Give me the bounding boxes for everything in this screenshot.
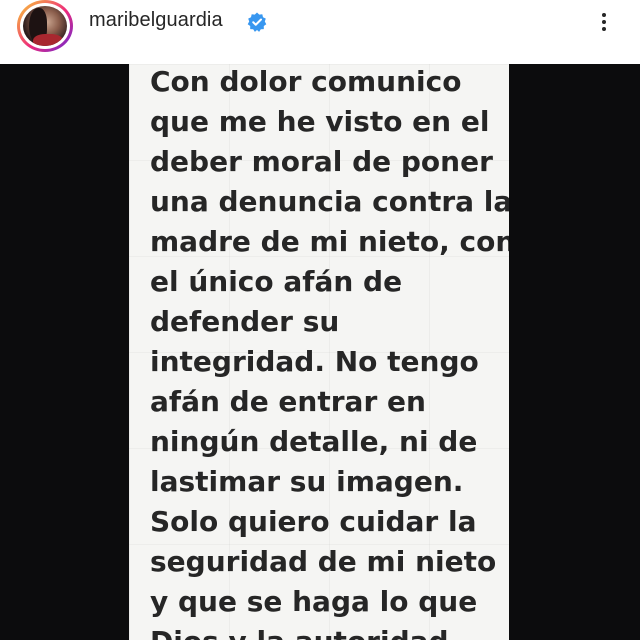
instagram-post: maribelguardia Con dolor comunico que me… bbox=[0, 0, 640, 640]
statement-line: defender su bbox=[150, 305, 340, 338]
letterbox-right bbox=[509, 64, 640, 640]
avatar-shoulder bbox=[33, 34, 63, 46]
statement-line: seguridad de mi nieto bbox=[150, 545, 497, 578]
statement-line: madre de mi nieto, con bbox=[150, 225, 509, 258]
avatar-frame bbox=[20, 3, 70, 49]
story-ring[interactable] bbox=[17, 0, 73, 52]
statement-line: Con dolor comunico bbox=[150, 65, 462, 98]
post-header: maribelguardia bbox=[0, 0, 640, 64]
statement-line: ningún detalle, ni de bbox=[150, 425, 478, 458]
username[interactable]: maribelguardia bbox=[89, 9, 223, 32]
letterbox-left bbox=[0, 64, 129, 640]
statement-line: afán de entrar en bbox=[150, 385, 426, 418]
avatar[interactable] bbox=[23, 6, 67, 46]
dot bbox=[602, 27, 606, 31]
dot bbox=[602, 13, 606, 17]
post-image[interactable]: Con dolor comunico que me he visto en el… bbox=[0, 64, 640, 640]
statement-line: el único afán de bbox=[150, 265, 403, 298]
dot bbox=[602, 20, 606, 24]
statement-line: una denuncia contra la bbox=[150, 185, 509, 218]
statement-line: deber moral de poner bbox=[150, 145, 493, 178]
note-screenshot: Con dolor comunico que me he visto en el… bbox=[129, 64, 509, 640]
statement-line: integridad. No tengo bbox=[150, 345, 479, 378]
statement-line: que me he visto en el bbox=[150, 105, 490, 138]
statement-line: y que se haga lo que bbox=[150, 585, 478, 618]
statement-line: lastimar su imagen. bbox=[150, 465, 464, 498]
statement-text: Con dolor comunico que me he visto en el… bbox=[150, 64, 509, 640]
verified-badge-icon bbox=[247, 12, 267, 32]
statement-line: Solo quiero cuidar la bbox=[150, 505, 477, 538]
more-options-icon[interactable] bbox=[594, 10, 614, 38]
statement-line: Dios y la autoridad bbox=[150, 622, 509, 640]
